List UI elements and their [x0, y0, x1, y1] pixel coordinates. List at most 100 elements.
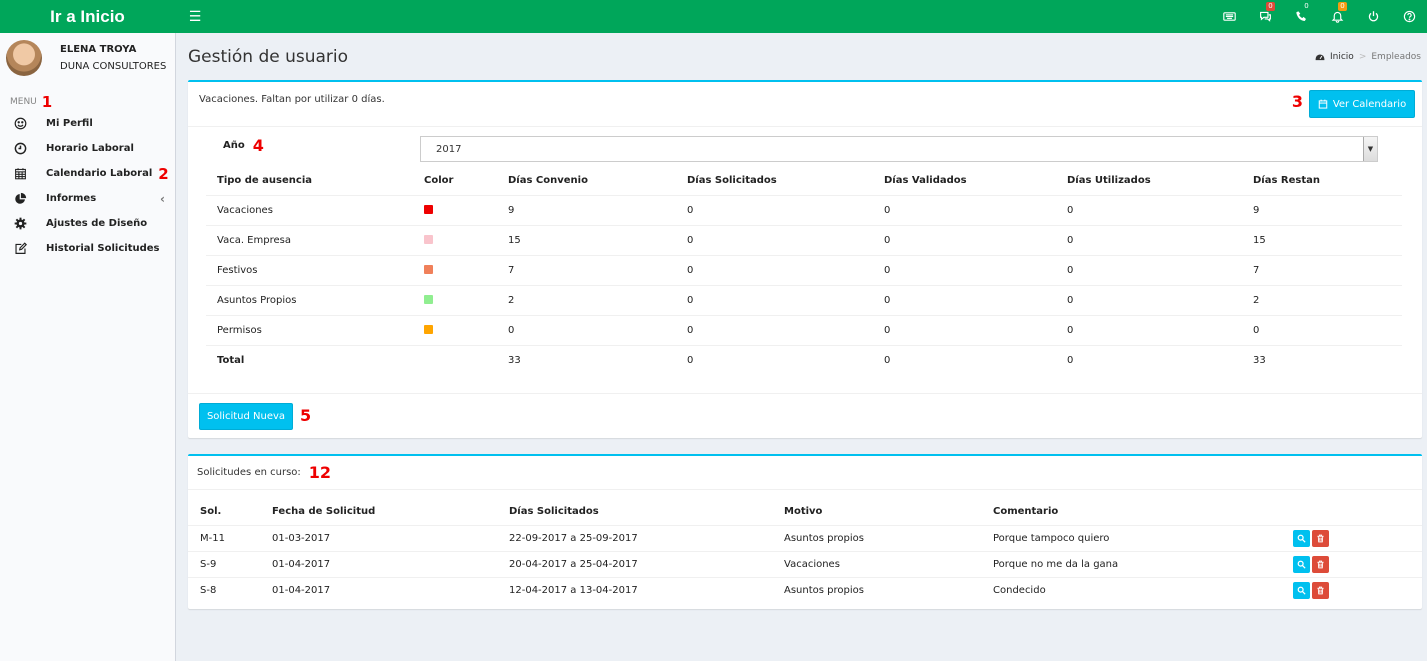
menu-header: MENU 1	[0, 83, 175, 111]
edit-icon	[12, 241, 28, 257]
vacations-footer: Solicitud Nueva 5	[188, 393, 1422, 438]
year-select[interactable]: 2017 ▼	[420, 136, 1378, 162]
column-header: Fecha de Solicitud	[272, 505, 376, 517]
vacations-box: Vacaciones. Faltan por utilizar 0 días. …	[188, 80, 1422, 438]
absence-color-cell	[413, 284, 497, 315]
table-row: Festivos 7 0 0 0 7	[206, 254, 1402, 285]
new-request-button[interactable]: Solicitud Nueva	[199, 403, 293, 430]
power-icon[interactable]	[1355, 0, 1391, 33]
vacations-summary-header: Vacaciones. Faltan por utilizar 0 días.	[188, 82, 1422, 127]
home-link[interactable]: Ir a Inicio	[0, 0, 175, 33]
smile-icon	[12, 116, 28, 132]
request-comentario: Porque tampoco quiero	[981, 524, 1281, 551]
days-validados: 0	[873, 194, 1056, 225]
requests-header: Solicitudes en curso: 12	[188, 456, 1422, 490]
sidebar-item-label: Mi Perfil	[46, 118, 93, 129]
delete-request-button[interactable]	[1312, 581, 1329, 599]
days-validados: 0	[873, 314, 1056, 345]
days-solicitados: 0	[676, 194, 873, 225]
navbar-icons: 0 0 0	[1211, 0, 1427, 33]
bell-icon[interactable]: 0	[1319, 0, 1355, 33]
gear-icon	[12, 216, 28, 232]
table-row: M-11 01-03-2017 22-09-2017 a 25-09-2017 Asu…	[188, 524, 1422, 551]
sidebar-item-historial-solicitudes[interactable]: Historial Solicitudes	[0, 236, 175, 261]
request-motivo: Asuntos propios	[772, 524, 981, 551]
year-select-value: 2017	[436, 143, 462, 155]
calendar-icon	[1318, 99, 1328, 109]
breadcrumb-separator: >	[1358, 51, 1367, 62]
table-row: Asuntos Propios 2 0 0 0 2	[206, 284, 1402, 315]
sidebar-item-label: Ajustes de Diseño	[46, 218, 148, 229]
year-row: Año 4	[223, 136, 264, 155]
help-icon[interactable]	[1391, 0, 1427, 33]
view-request-button[interactable]	[1293, 555, 1310, 573]
color-swatch	[424, 235, 433, 244]
color-swatch	[424, 295, 433, 304]
days-restan: 7	[1242, 254, 1402, 285]
view-request-button[interactable]	[1293, 581, 1310, 599]
total-convenio: 33	[497, 344, 676, 375]
column-header: Motivo	[784, 505, 823, 517]
table-row: S-8 01-04-2017 12-04-2017 a 13-04-2017 Asun…	[188, 576, 1422, 603]
dropdown-arrow-icon[interactable]: ▼	[1363, 137, 1377, 161]
days-utilizados: 0	[1056, 284, 1242, 315]
days-validados: 0	[873, 254, 1056, 285]
delete-request-button[interactable]	[1312, 555, 1329, 573]
total-solicitados: 0	[676, 344, 873, 375]
search-icon	[1297, 560, 1306, 569]
days-restan: 9	[1242, 194, 1402, 225]
column-header: Días Solicitados	[687, 174, 777, 186]
days-utilizados: 0	[1056, 314, 1242, 345]
annotation-marker-12: 12	[308, 463, 332, 482]
requests-table: Sol. Fecha de Solicitud Días Solicitados…	[188, 498, 1422, 603]
sidebar-item-label: Informes	[46, 193, 97, 204]
days-solicitados: 0	[676, 284, 873, 315]
comments-icon[interactable]: 0	[1247, 0, 1283, 33]
days-utilizados: 0	[1056, 194, 1242, 225]
sidebar-item-mi-perfil[interactable]: Mi Perfil	[0, 111, 175, 136]
total-utilizados: 0	[1056, 344, 1242, 375]
absence-type: Vaca. Empresa	[206, 224, 413, 255]
view-calendar-button[interactable]: Ver Calendario	[1309, 90, 1415, 118]
breadcrumb-home[interactable]: Inicio	[1330, 52, 1354, 62]
view-request-button[interactable]	[1293, 529, 1310, 547]
search-icon	[1297, 586, 1306, 595]
page-title: Gestión de usuario	[188, 46, 349, 67]
days-convenio: 0	[497, 314, 676, 345]
days-restan: 2	[1242, 284, 1402, 315]
sidebar-item-label: Calendario Laboral	[46, 168, 153, 179]
keyboard-icon[interactable]	[1211, 0, 1247, 33]
days-utilizados: 0	[1056, 254, 1242, 285]
days-solicitados: 0	[676, 314, 873, 345]
days-utilizados: 0	[1056, 224, 1242, 255]
breadcrumb: Inicio > Empleados	[1315, 52, 1421, 62]
column-header: Días Validados	[884, 174, 967, 186]
days-convenio: 15	[497, 224, 676, 255]
column-header: Días Convenio	[508, 174, 588, 186]
sidebar-item-ajustes-de-diseno[interactable]: Ajustes de Diseño	[0, 211, 175, 236]
request-fecha: 01-04-2017	[260, 576, 497, 603]
menu-toggle-icon[interactable]: ☰	[185, 9, 205, 25]
absence-table: Tipo de ausencia Color Días Convenio Día…	[206, 166, 1402, 375]
column-header: Días Restan	[1253, 174, 1320, 186]
request-actions	[1281, 576, 1422, 603]
annotation-marker-3: 3	[1291, 92, 1303, 111]
sidebar-item-calendario-laboral[interactable]: Calendario Laboral 2	[0, 161, 175, 186]
sidebar-item-horario-laboral[interactable]: Horario Laboral	[0, 136, 175, 161]
request-sol: S-8	[188, 576, 260, 603]
table-header-row: Sol. Fecha de Solicitud Días Solicitados…	[188, 498, 1422, 525]
absence-type: Permisos	[206, 314, 413, 345]
delete-request-button[interactable]	[1312, 529, 1329, 547]
notifications-badge: 0	[1338, 2, 1347, 11]
absence-color-cell	[413, 314, 497, 345]
absence-color-cell	[413, 254, 497, 285]
user-panel: ELENA TROYA DUNA CONSULTORES	[0, 33, 175, 83]
chevron-left-icon[interactable]: ‹	[160, 192, 165, 206]
messages-badge: 0	[1266, 2, 1275, 11]
year-label: Año	[223, 140, 245, 151]
user-name: ELENA TROYA	[60, 44, 137, 55]
absence-color-cell	[413, 194, 497, 225]
requests-title: Solicitudes en curso:	[197, 467, 301, 478]
sidebar-item-informes[interactable]: Informes ‹	[0, 186, 175, 211]
phone-icon[interactable]: 0	[1283, 0, 1319, 33]
